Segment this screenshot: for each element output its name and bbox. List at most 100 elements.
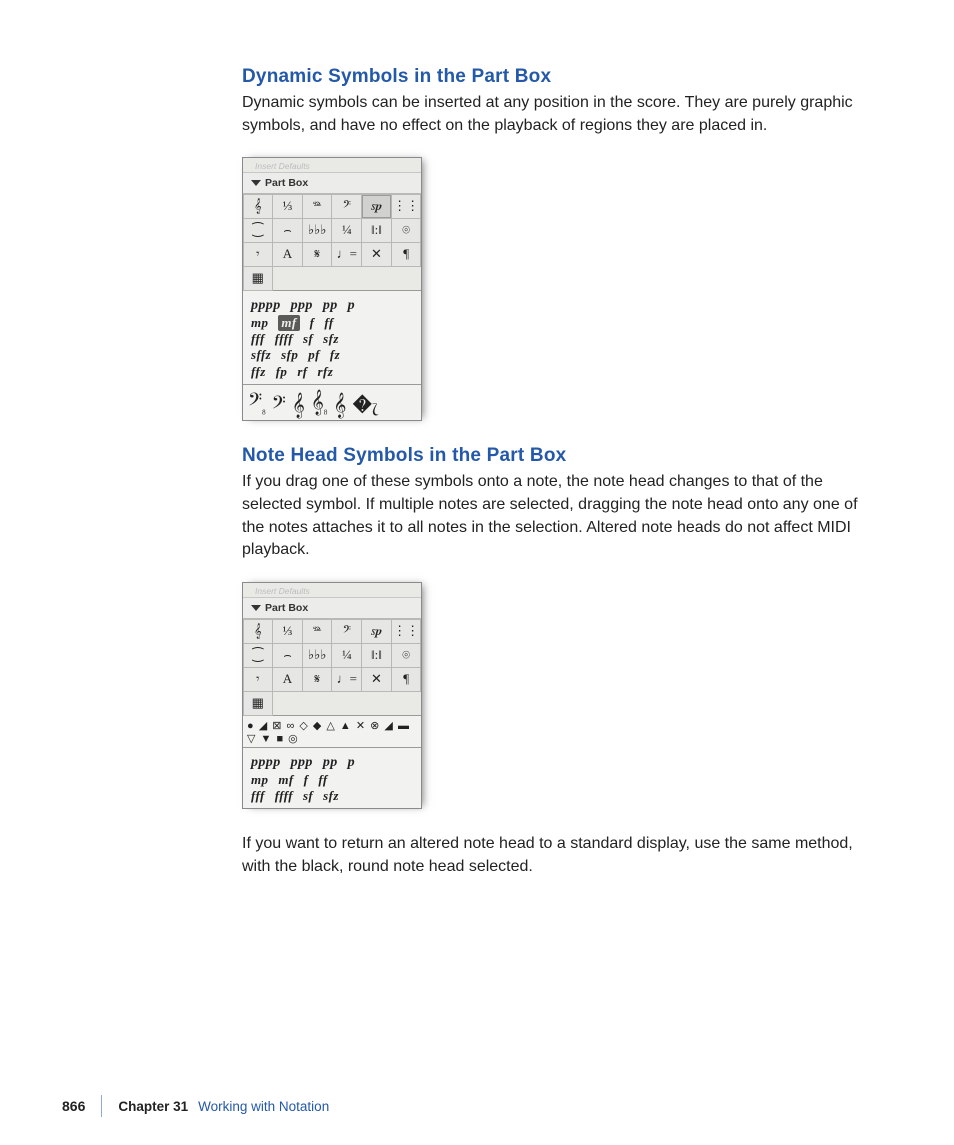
partbox-category-cell: ¶	[391, 667, 422, 692]
partbox-category-cell: ✕	[361, 667, 392, 692]
partbox-icon-grid: 𝄞⅓𝆮𝄢𝆍𝆏⋮⋮⁐⌢♭♭♭¼‖:‖⌾𝄾A𝄋♩=✕¶▦	[243, 194, 421, 290]
partbox-screenshot-2: Insert Defaults Part Box 𝄞⅓𝆮𝄢𝆍𝆏⋮⋮⁐⌢♭♭♭¼‖…	[242, 582, 422, 809]
page-footer: 866 Chapter 31 Working with Notation	[0, 1095, 954, 1117]
clef-symbol: �ැ	[352, 394, 378, 416]
partbox-title: Part Box	[243, 598, 421, 619]
partbox-header: Insert Defaults	[243, 158, 421, 173]
dynamic-symbol: fff	[251, 788, 265, 804]
partbox-category-cell: 𝆍𝆏	[361, 619, 392, 644]
partbox-category-cell: ⋮⋮	[391, 619, 422, 644]
partbox-category-cell: ♩=	[331, 667, 362, 692]
partbox-category-cell: ¼	[331, 643, 362, 668]
dynamics-row: sffzsfppffz	[251, 347, 415, 363]
dynamic-symbol: p	[348, 754, 355, 772]
para-notehead-return: If you want to return an altered note he…	[242, 833, 874, 878]
dynamic-symbol: ffz	[251, 364, 266, 380]
partbox-category-cell: ▦	[243, 266, 274, 291]
dynamic-symbol: sf	[303, 331, 313, 347]
dynamic-symbol: f	[304, 772, 309, 788]
dynamic-symbol: rf	[297, 364, 307, 380]
partbox-icon-grid: 𝄞⅓𝆮𝄢𝆍𝆏⋮⋮⁐⌢♭♭♭¼‖:‖⌾𝄾A𝄋♩=✕¶▦	[243, 619, 421, 715]
partbox-category-cell: ⁐	[243, 218, 274, 243]
dynamic-symbol: mf	[278, 772, 293, 788]
partbox-dynamics-area-short: ppppppppppmpmfffffffffffsfsfz	[243, 747, 421, 808]
partbox-category-cell: ▦	[243, 691, 274, 716]
dynamics-row: mpmffff	[251, 772, 415, 788]
dynamic-symbol: mp	[251, 772, 268, 788]
partbox-category-cell: 𝆮	[302, 619, 333, 644]
partbox-category-cell: 𝄞	[243, 194, 274, 219]
dynamic-symbol: ff	[324, 315, 333, 331]
footer-chapter: Chapter 31	[118, 1099, 188, 1114]
partbox-category-cell: A	[272, 242, 303, 267]
page-number: 866	[62, 1098, 85, 1114]
dynamics-row: fffffffsfsfz	[251, 331, 415, 347]
partbox-category-cell: ⌢	[272, 643, 303, 668]
dynamic-symbol: sfz	[323, 788, 339, 804]
partbox-category-cell: ¶	[391, 242, 422, 267]
dynamic-symbol: sffz	[251, 347, 271, 363]
partbox-category-cell: 𝄢	[331, 194, 362, 219]
dynamic-symbol: pf	[308, 347, 320, 363]
partbox-category-cell: 𝄞	[243, 619, 274, 644]
clef-symbol: 𝄞	[292, 394, 305, 416]
partbox-category-cell: A	[272, 667, 303, 692]
dynamic-symbol: mp	[251, 315, 268, 331]
partbox-category-cell: ‖:‖	[361, 643, 392, 668]
dynamic-symbol: f	[310, 315, 315, 331]
heading-dynamic-symbols: Dynamic Symbols in the Part Box	[242, 66, 874, 88]
partbox-screenshot-1: Insert Defaults Part Box 𝄞⅓𝆮𝄢𝆍𝆏⋮⋮⁐⌢♭♭♭¼‖…	[242, 157, 422, 421]
partbox-category-cell: ¼	[331, 218, 362, 243]
dynamic-symbol: sfp	[281, 347, 298, 363]
dynamic-symbol: ff	[318, 772, 327, 788]
partbox-category-cell: 𝄾	[243, 667, 274, 692]
partbox-clefs-row: 𝄢8𝄢𝄞𝄞8𝄞�ැ	[243, 384, 421, 420]
dynamic-symbol: sfz	[323, 331, 339, 347]
dynamic-symbol: ppp	[291, 297, 313, 315]
dynamic-symbol: ppp	[291, 754, 313, 772]
dynamic-symbol: fff	[251, 331, 265, 347]
dynamic-symbol: pp	[323, 297, 338, 315]
dynamic-symbol: fz	[330, 347, 340, 363]
dynamic-symbol: p	[348, 297, 355, 315]
dynamics-row: pppppppppp	[251, 754, 415, 772]
partbox-category-cell: ♭♭♭	[302, 218, 333, 243]
dynamic-symbol: sf	[303, 788, 313, 804]
partbox-category-cell: ✕	[361, 242, 392, 267]
partbox-category-cell: 𝄾	[243, 242, 274, 267]
partbox-category-cell: ⋮⋮	[391, 194, 422, 219]
partbox-title-text: Part Box	[265, 177, 308, 189]
noteheads-row-2: ▽ ▼ ■ ◎	[247, 733, 417, 746]
partbox-noteheads-area: ● ◢ ⊠ ∞ ◇ ◆ △ ▲ ✕ ⊗ ◢ ▬ ▽ ▼ ■ ◎	[243, 715, 421, 747]
footer-title: Working with Notation	[198, 1099, 329, 1114]
page: Dynamic Symbols in the Part Box Dynamic …	[0, 0, 954, 1145]
footer-separator	[101, 1095, 102, 1117]
partbox-title-text: Part Box	[265, 602, 308, 614]
partbox-dynamics-area: ppppppppppmpmfffffffffffsfsfzsffzsfppffz…	[243, 290, 421, 384]
partbox-category-cell: ♩=	[331, 242, 362, 267]
partbox-category-cell: ⅓	[272, 619, 303, 644]
dynamics-row: mpmffff	[251, 315, 415, 331]
clef-symbol: 𝄢	[272, 394, 286, 416]
partbox-category-cell: 𝆮	[302, 194, 333, 219]
partbox-title: Part Box	[243, 173, 421, 194]
partbox-category-cell: 𝄢	[331, 619, 362, 644]
partbox-category-cell: 𝄋	[302, 667, 333, 692]
clef-symbol: 𝄞	[333, 394, 346, 416]
dynamic-symbol: pppp	[251, 297, 281, 315]
heading-notehead-symbols: Note Head Symbols in the Part Box	[242, 445, 874, 467]
partbox-category-cell: ♭♭♭	[302, 643, 333, 668]
dynamic-symbol: pppp	[251, 754, 281, 772]
clef-symbol: 𝄢8	[248, 391, 266, 416]
dynamics-row: fffffffsfsfz	[251, 788, 415, 804]
dynamic-symbol: fp	[276, 364, 288, 380]
dynamics-row: pppppppppp	[251, 297, 415, 315]
dynamic-symbol: pp	[323, 754, 338, 772]
partbox-category-cell: 𝆍𝆏	[361, 194, 392, 219]
dynamic-symbol: ffff	[275, 788, 293, 804]
partbox-header: Insert Defaults	[243, 583, 421, 598]
partbox-category-cell: ⌾	[391, 643, 422, 668]
clef-symbol: 𝄞8	[311, 391, 328, 416]
partbox-category-cell: ‖:‖	[361, 218, 392, 243]
partbox-category-cell: ⌢	[272, 218, 303, 243]
